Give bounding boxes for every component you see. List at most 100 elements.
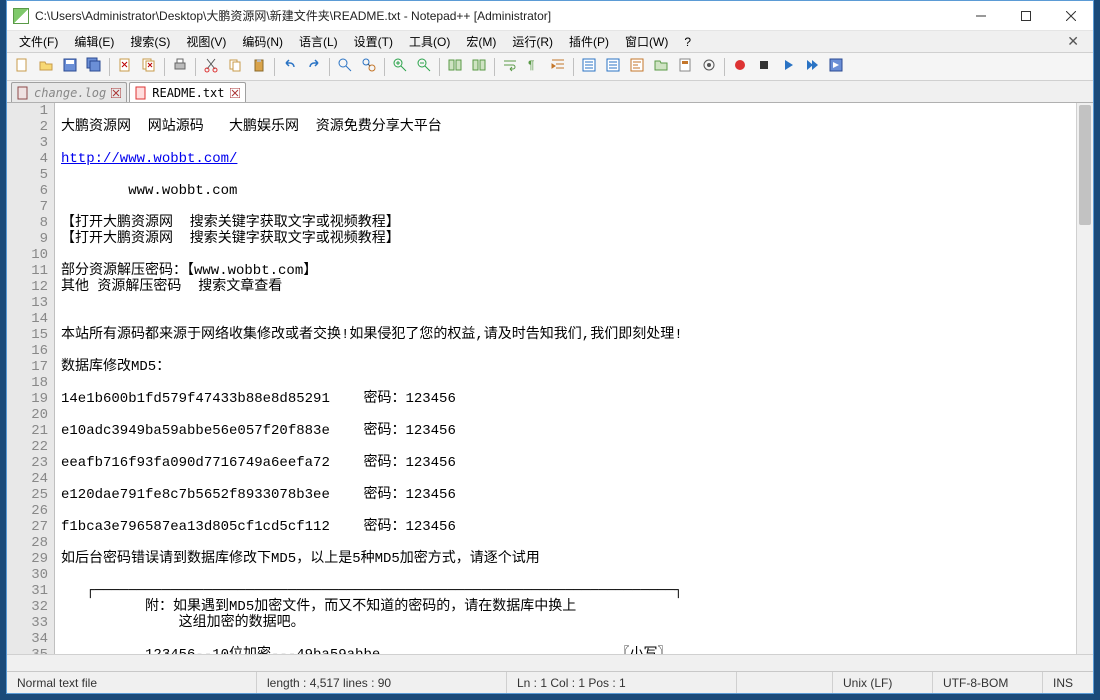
menu-help[interactable]: ? [676,33,699,51]
scrollbar-thumb[interactable] [1079,105,1091,225]
text-line[interactable] [61,471,1076,487]
zoomin-button[interactable] [389,56,411,78]
text-line[interactable] [61,167,1076,183]
text-line[interactable]: e120dae791fe8c7b5652f8933078b3ee 密码：1234… [61,487,1076,503]
text-line[interactable]: eeafb716f93fa090d7716749a6eefa72 密码：1234… [61,455,1076,471]
text-line[interactable]: 附：如果遇到MD5加密文件，而又不知道的密码的，请在数据库中换上 [61,599,1076,615]
menu-tools[interactable]: 工具(O) [401,31,458,52]
playmulti-button[interactable] [801,56,823,78]
text-line[interactable]: 这组加密的数据吧。 [61,615,1076,631]
minimize-button[interactable] [958,1,1003,30]
open-button[interactable] [35,56,57,78]
find-button[interactable] [334,56,356,78]
cut-button[interactable] [200,56,222,78]
print-button[interactable] [169,56,191,78]
url-link[interactable]: http://www.wobbt.com/ [61,151,237,167]
title-bar[interactable]: C:\Users\Administrator\Desktop\大鹏资源网\新建文… [7,1,1093,31]
copy-button[interactable] [224,56,246,78]
closefile-button[interactable] [114,56,136,78]
line-number: 34 [7,631,48,647]
text-line[interactable] [61,311,1076,327]
menu-encoding[interactable]: 编码(N) [234,31,291,52]
wordwrap-button[interactable] [499,56,521,78]
folder-button[interactable] [650,56,672,78]
stop-button[interactable] [753,56,775,78]
record-button[interactable] [729,56,751,78]
text-line[interactable]: 123456--10位加密---49ba59abbe 〖小写〗 [61,647,1076,654]
text-line[interactable]: e10adc3949ba59abbe56e057f20f883e 密码：1234… [61,423,1076,439]
text-line[interactable]: 其他 资源解压密码 搜索文章查看 [61,279,1076,295]
menu-run[interactable]: 运行(R) [504,31,561,52]
text-line[interactable] [61,439,1076,455]
text-line[interactable]: 数据库修改MD5： [61,359,1076,375]
replace-button[interactable] [358,56,380,78]
indent-button[interactable] [547,56,569,78]
monitor-button[interactable] [698,56,720,78]
text-line[interactable]: ┌───────────────────────────────────────… [61,583,1076,599]
zoomout-button[interactable] [413,56,435,78]
menu-plugins[interactable]: 插件(P) [561,31,617,52]
tab-change-log[interactable]: change.log [11,82,127,102]
text-line[interactable]: http://www.wobbt.com/ [61,151,1076,167]
menu-window[interactable]: 窗口(W) [617,31,676,52]
undo-button[interactable] [279,56,301,78]
docmap-icon [677,57,693,76]
doclist-button[interactable] [578,56,600,78]
allchars-button[interactable]: ¶ [523,56,545,78]
sync-button[interactable] [444,56,466,78]
text-line[interactable] [61,503,1076,519]
tab-readme-txt[interactable]: README.txt [129,82,245,102]
text-line[interactable] [61,199,1076,215]
text-line[interactable]: 部分资源解压密码：【www.wobbt.com】 [61,263,1076,279]
new-button[interactable] [11,56,33,78]
menu-view[interactable]: 视图(V) [178,31,234,52]
closeall-button[interactable] [138,56,160,78]
text-line[interactable] [61,103,1076,119]
text-line[interactable]: 本站所有源码都来源于网络收集修改或者交换!如果侵犯了您的权益,请及时告知我们,我… [61,327,1076,343]
text-line[interactable]: 【打开大鹏资源网 搜索关键字获取文字或视频教程】 [61,215,1076,231]
play-button[interactable] [777,56,799,78]
menu-macro[interactable]: 宏(M) [458,31,504,52]
menu-search[interactable]: 搜索(S) [122,31,178,52]
text-line[interactable]: www.wobbt.com [61,183,1076,199]
toolbar-separator [274,58,275,76]
redo-button[interactable] [303,56,325,78]
text-line[interactable] [61,343,1076,359]
line-number: 14 [7,311,48,327]
text-line[interactable] [61,535,1076,551]
text-line[interactable] [61,247,1076,263]
text-line[interactable] [61,135,1076,151]
text-line[interactable]: 14e1b600b1fd579f47433b88e8d85291 密码：1234… [61,391,1076,407]
text-line[interactable]: f1bca3e796587ea13d805cf1cd5cf112 密码：1234… [61,519,1076,535]
sync-button[interactable] [468,56,490,78]
text-line[interactable] [61,407,1076,423]
doclist-button[interactable] [602,56,624,78]
save-button[interactable] [59,56,81,78]
editor-area: 1234567891011121314151617181920212223242… [7,103,1093,654]
tab-close-icon[interactable] [110,87,122,99]
docmap-button[interactable] [674,56,696,78]
saveall-button[interactable] [83,56,105,78]
funclist-button[interactable] [626,56,648,78]
text-line[interactable] [61,631,1076,647]
text-line[interactable] [61,295,1076,311]
text-line[interactable]: 大鹏资源网 网站源码 大鹏娱乐网 资源免费分享大平台 [61,119,1076,135]
text-line[interactable] [61,567,1076,583]
text-line[interactable]: 如后台密码错误请到数据库修改下MD5，以上是5种MD5加密方式，请逐个试用 [61,551,1076,567]
menu-edit[interactable]: 编辑(E) [66,31,122,52]
text-line[interactable] [61,375,1076,391]
savemacro-button[interactable] [825,56,847,78]
line-number: 26 [7,503,48,519]
vertical-scrollbar[interactable] [1076,103,1093,654]
close-button[interactable] [1048,1,1093,30]
menu-language[interactable]: 语言(L) [291,31,346,52]
tab-close-icon[interactable] [229,87,241,99]
menu-settings[interactable]: 设置(T) [346,31,401,52]
mdi-close-icon[interactable]: ✕ [1057,33,1089,50]
text-content[interactable]: 大鹏资源网 网站源码 大鹏娱乐网 资源免费分享大平台 http://www.wob… [55,103,1076,654]
paste-button[interactable] [248,56,270,78]
text-line[interactable]: 【打开大鹏资源网 搜索关键字获取文字或视频教程】 [61,231,1076,247]
horizontal-scrollbar[interactable] [7,654,1093,671]
menu-file[interactable]: 文件(F) [11,31,66,52]
maximize-button[interactable] [1003,1,1048,30]
